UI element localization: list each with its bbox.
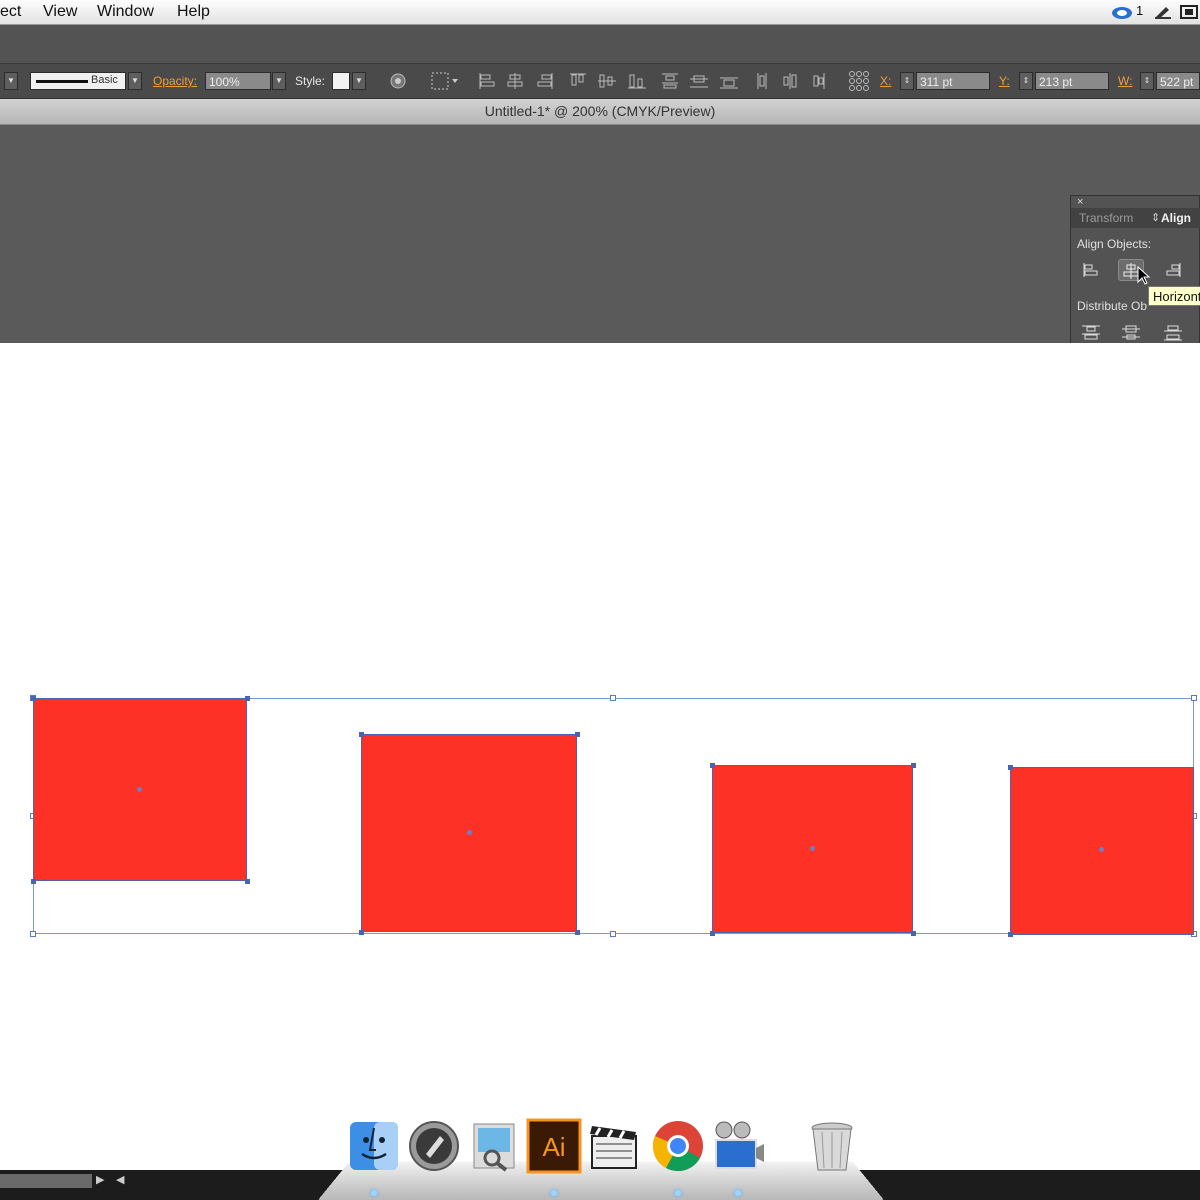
illustrator-icon[interactable]: Ai (526, 1118, 582, 1174)
bbox-handle-bottom-center[interactable] (610, 931, 616, 937)
opacity-input[interactable]: 100% (205, 72, 271, 90)
w-input[interactable]: 522 pt (1156, 72, 1200, 90)
vertical-distribute-top-icon (1082, 325, 1100, 340)
y-label[interactable]: Y: (999, 72, 1010, 90)
horizontal-align-right-icon (1166, 263, 1181, 277)
menu-item-help[interactable]: Help (177, 3, 210, 21)
align-to-selection-icon[interactable] (430, 70, 460, 92)
red-square-3-center-point (810, 846, 815, 851)
running-indicator (371, 1190, 377, 1196)
menu-bar: ect View Window Help 1 (0, 0, 1200, 25)
anchor-point (575, 732, 580, 737)
style-label: Style: (295, 74, 326, 88)
pasteboard[interactable] (0, 125, 1200, 344)
illustrator-label: Ai (542, 1132, 565, 1162)
running-indicator (675, 1190, 681, 1196)
running-indicator (735, 1190, 741, 1196)
align-options-group (479, 73, 825, 89)
trash-icon[interactable] (804, 1118, 860, 1174)
red-square-1-center-point (137, 787, 142, 792)
preview-icon[interactable] (466, 1118, 522, 1174)
vertical-distribute-center-button[interactable] (1118, 321, 1144, 343)
fill-dropdown[interactable]: ▼ (4, 72, 18, 90)
red-square-4-center-point (1099, 847, 1104, 852)
tab-options-chevron-icon: ⇕ (1151, 212, 1161, 224)
align-panel: × Transform ⇕ Align Align Objects: Distr… (1070, 195, 1200, 353)
panel-tab-row: Transform ⇕ Align (1071, 208, 1200, 228)
anchor-point (911, 763, 916, 768)
rewind-icon[interactable]: ◀ (116, 1173, 124, 1186)
anchor-point (1008, 765, 1013, 770)
document-tab-title[interactable]: Untitled-1* @ 200% (CMYK/Preview) (0, 99, 1200, 125)
vertical-distribute-top-button[interactable] (1078, 321, 1104, 343)
x-stepper[interactable]: ⇕ (900, 72, 914, 90)
bbox-handle-top-center[interactable] (610, 695, 616, 701)
mouse-cursor-icon (1137, 266, 1151, 285)
bbox-handle-bottom-left[interactable] (30, 931, 36, 937)
ink-pen-icon[interactable] (1154, 4, 1172, 20)
cc-badge-count: 1 (1136, 3, 1144, 18)
stroke-line-preview (36, 80, 88, 83)
anchor-point (710, 931, 715, 936)
y-input[interactable]: 213 pt (1035, 72, 1109, 90)
horizontal-align-left-icon (1083, 263, 1098, 277)
anchor-point (710, 763, 715, 768)
y-stepper[interactable]: ⇕ (1019, 72, 1033, 90)
menu-item-effect[interactable]: ect (0, 3, 21, 21)
creative-cloud-icon[interactable] (1110, 4, 1134, 20)
status-bar-field[interactable] (0, 1174, 92, 1188)
finder-icon[interactable] (346, 1118, 402, 1174)
tab-align[interactable]: Align (1161, 211, 1191, 225)
w-label[interactable]: W: (1118, 72, 1132, 90)
recolor-artwork-icon[interactable] (389, 72, 407, 90)
vertical-distribute-center-icon (1122, 325, 1140, 340)
reference-point-icon[interactable] (848, 70, 870, 92)
x-label[interactable]: X: (880, 72, 891, 90)
anchor-point (575, 930, 580, 935)
opacity-dropdown[interactable]: ▼ (272, 72, 286, 90)
opacity-label[interactable]: Opacity: (153, 72, 197, 90)
stroke-profile-label: Basic (91, 74, 118, 86)
x-input[interactable]: 311 pt (916, 72, 990, 90)
anchor-point (31, 879, 36, 884)
menu-item-window[interactable]: Window (97, 3, 154, 21)
horizontal-align-right-button[interactable] (1160, 259, 1186, 281)
anchor-point (245, 879, 250, 884)
anchor-point (1008, 932, 1013, 937)
play-icon[interactable]: ▶ (96, 1173, 104, 1186)
launchpad-icon[interactable] (406, 1118, 462, 1174)
imovie-icon[interactable] (710, 1118, 766, 1174)
control-bar: ▼ Basic ▼ Opacity: 100% ▼ Style: ▼ X: ⇕ … (0, 64, 1200, 99)
vertical-distribute-bottom-button[interactable] (1160, 321, 1186, 343)
anchor-point (359, 732, 364, 737)
bbox-handle-top-right[interactable] (1191, 695, 1197, 701)
w-stepper[interactable]: ⇕ (1140, 72, 1154, 90)
horizontal-align-left-button[interactable] (1078, 259, 1104, 281)
vertical-distribute-bottom-icon (1164, 325, 1182, 341)
anchor-point (31, 696, 36, 701)
final-cut-icon[interactable] (586, 1118, 642, 1174)
graphic-style-swatch[interactable] (332, 72, 350, 90)
anchor-point (911, 931, 916, 936)
red-square-2-center-point (467, 830, 472, 835)
tooltip: Horizontal Align Center (1148, 286, 1200, 306)
display-mirror-icon[interactable] (1180, 5, 1198, 19)
panel-close-icon[interactable]: × (1077, 196, 1083, 208)
anchor-point (245, 696, 250, 701)
distribute-objects-heading: Distribute Ob (1077, 299, 1148, 313)
align-objects-heading: Align Objects: (1077, 237, 1152, 251)
chrome-icon[interactable] (650, 1118, 706, 1174)
stroke-profile-dropdown[interactable]: ▼ (128, 72, 142, 90)
stroke-profile-field[interactable]: Basic (30, 72, 126, 90)
tab-transform[interactable]: Transform (1079, 211, 1133, 225)
anchor-point (359, 930, 364, 935)
graphic-style-dropdown[interactable]: ▼ (352, 72, 366, 90)
application-bar (0, 25, 1200, 64)
menu-item-view[interactable]: View (43, 3, 77, 21)
running-indicator (551, 1190, 557, 1196)
